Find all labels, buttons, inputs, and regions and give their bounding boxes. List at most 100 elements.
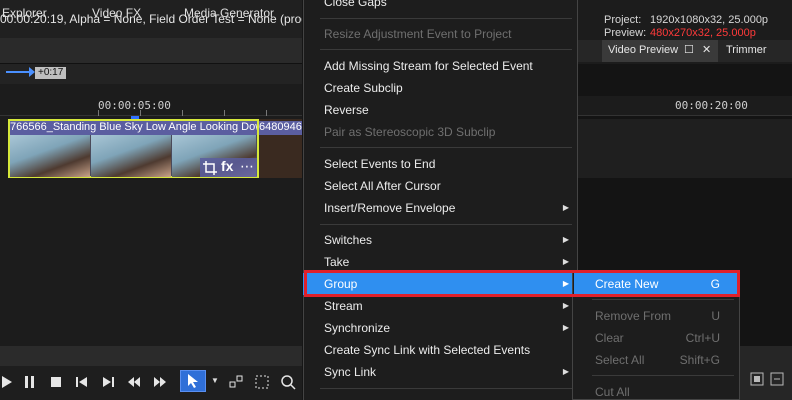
preview-value: 480x270x32, 25.000p	[650, 27, 756, 39]
menu-item-label: Create Sync Link with Selected Events	[324, 343, 531, 357]
submenu-separator	[592, 299, 734, 300]
menu-item-label: Create Subclip	[324, 81, 403, 95]
envelope-tool-icon[interactable]	[228, 374, 244, 390]
menu-item-close-gaps[interactable]: Close Gaps	[303, 0, 578, 13]
submenu-item-label: Cut All	[595, 385, 630, 399]
annotation-highlight-box	[304, 270, 740, 297]
video-event-next-title: 6480946	[259, 121, 302, 135]
docked-tab-bar	[0, 38, 302, 64]
menu-item-insert-remove-envelope[interactable]: Insert/Remove Envelope ▶	[303, 197, 578, 219]
menu-separator	[320, 147, 572, 148]
event-fx-overlay[interactable]: fx ⋯	[200, 158, 257, 177]
menu-item-create-sync-link[interactable]: Create Sync Link with Selected Events	[303, 339, 578, 361]
event-thumbnail	[10, 135, 90, 177]
auto-ripple-icon[interactable]	[770, 372, 784, 386]
project-value: 1920x1080x32, 25.000p	[650, 14, 769, 26]
submenu-item-label: Clear	[595, 331, 624, 345]
menu-item-label: Stream	[324, 299, 363, 313]
timeline-scrollbar[interactable]	[0, 346, 302, 366]
menu-item-stream[interactable]: Stream ▶	[303, 295, 578, 317]
tab-video-preview[interactable]: Video Preview ☐ ✕	[602, 40, 718, 62]
menu-item-label: Sync Link	[324, 365, 377, 379]
more-icon: ⋯	[240, 158, 254, 174]
fx-icon: fx	[221, 158, 234, 174]
submenu-arrow-icon: ▶	[562, 235, 569, 244]
menu-separator	[320, 49, 572, 50]
menu-item-synchronize[interactable]: Synchronize ▶	[303, 317, 578, 339]
ruler-tick	[140, 110, 141, 116]
previous-frame-icon[interactable]	[126, 374, 142, 390]
menu-item-label: Synchronize	[324, 321, 391, 335]
submenu-item-label: Select All	[595, 353, 645, 367]
menu-item-switches[interactable]: Switches ▶	[303, 229, 578, 251]
shortcut-label: U	[711, 309, 720, 323]
menu-item-select-events-to-end[interactable]: Select Events to End	[303, 153, 578, 175]
submenu-arrow-icon: ▶	[562, 301, 569, 310]
menu-item-label: Reverse	[324, 103, 369, 117]
tab-explorer[interactable]: Explorer	[2, 6, 47, 20]
submenu-item-cut-all: Cut All	[574, 381, 738, 400]
right-ruler-time-label: 00:00:20:00	[675, 99, 748, 112]
ruler-tick	[224, 110, 225, 116]
go-to-end-icon[interactable]	[100, 374, 116, 390]
tool-dropdown-icon[interactable]: ▼	[211, 376, 219, 385]
menu-item-label: Switches	[324, 233, 373, 247]
play-icon[interactable]	[0, 374, 16, 390]
menu-item-label: Resize Adjustment Event to Project	[324, 27, 512, 41]
loop-length-badge: +0:17	[35, 67, 67, 79]
right-track-area	[578, 119, 792, 178]
project-label: Project:	[604, 14, 642, 26]
video-event-title: 766566_Standing Blue Sky Low Angle Looki…	[10, 121, 257, 135]
menu-item-label: Select Events to End	[324, 157, 436, 171]
right-bottom-toolbar	[740, 346, 792, 400]
menu-item-select-all-after-cursor[interactable]: Select All After Cursor	[303, 175, 578, 197]
submenu-item-remove-from: Remove From U	[574, 305, 738, 327]
menu-item-create-subclip[interactable]: Create Subclip	[303, 77, 578, 99]
go-to-start-icon[interactable]	[74, 374, 90, 390]
shortcut-label: Shift+G	[679, 353, 720, 367]
menu-separator	[320, 224, 572, 225]
submenu-arrow-icon: ▶	[562, 367, 569, 376]
shortcut-label: Ctrl+U	[685, 331, 720, 345]
submenu-arrow-icon: ▶	[562, 203, 569, 212]
menu-item-label: Insert/Remove Envelope	[324, 201, 456, 215]
menu-item-label: Select All After Cursor	[324, 179, 441, 193]
stop-icon[interactable]	[48, 374, 64, 390]
submenu-arrow-icon: ▶	[562, 323, 569, 332]
menu-item-label: Add Missing Stream for Selected Event	[324, 59, 533, 73]
vegas-editor-screenshot: 00:00:20:19, Alpha = None, Field Order T…	[0, 0, 792, 400]
submenu-item-label: Remove From	[595, 309, 672, 323]
menu-item-sync-link[interactable]: Sync Link ▶	[303, 361, 578, 383]
submenu-item-select-all: Select All Shift+G	[574, 349, 738, 371]
pause-icon[interactable]	[22, 374, 38, 390]
maximize-icon[interactable]: ☐	[684, 43, 694, 56]
tab-media-generator[interactable]: Media Generator	[184, 6, 274, 20]
menu-separator	[320, 388, 572, 389]
normal-edit-tool-button[interactable]	[180, 370, 206, 392]
menu-separator	[320, 18, 572, 19]
next-frame-icon[interactable]	[152, 374, 168, 390]
zoom-tool-icon[interactable]	[280, 374, 296, 390]
event-thumbnail	[91, 135, 171, 177]
menu-item-label: Close Gaps	[324, 0, 387, 9]
menu-item-pair-stereoscopic: Pair as Stereoscopic 3D Subclip	[303, 121, 578, 143]
ruler-tick	[266, 110, 267, 116]
submenu-item-clear: Clear Ctrl+U	[574, 327, 738, 349]
preview-label: Preview:	[604, 27, 647, 39]
selection-box-icon[interactable]	[254, 374, 270, 390]
menu-item-add-missing-stream[interactable]: Add Missing Stream for Selected Event	[303, 55, 578, 77]
menu-item-label: Take	[324, 255, 350, 269]
ruler-tick	[98, 110, 99, 116]
menu-item-reverse[interactable]: Reverse	[303, 99, 578, 121]
submenu-separator	[592, 375, 734, 376]
menu-item-label: Pair as Stereoscopic 3D Subclip	[324, 125, 496, 139]
tab-video-fx[interactable]: Video FX	[92, 6, 141, 20]
tab-trimmer[interactable]: Trimmer	[726, 44, 767, 56]
snap-icon[interactable]	[750, 372, 764, 386]
ruler-time-label: 00:00:05:00	[98, 99, 171, 112]
crop-icon	[203, 161, 217, 175]
cursor-arrow-icon	[188, 374, 198, 388]
menu-item-resize-adjustment-event: Resize Adjustment Event to Project	[303, 23, 578, 45]
close-icon[interactable]: ✕	[702, 43, 711, 56]
ruler-tick	[182, 110, 183, 116]
